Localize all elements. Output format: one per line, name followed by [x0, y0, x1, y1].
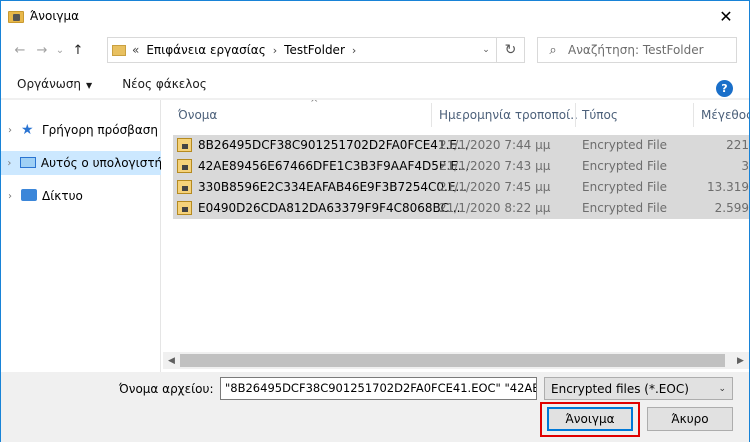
expand-chevron-icon[interactable]: ›: [1, 125, 19, 136]
window-title: Άνοιγμα: [30, 9, 80, 23]
encrypted-file-icon: [177, 201, 192, 215]
file-name: 330B8596E2C334EAFAB46E9F3B7254C0.E...: [198, 180, 467, 194]
file-type: Encrypted File: [582, 138, 668, 152]
main-area: › ★ Γρήγορη πρόσβαση › Αυτός ο υπολογιστ…: [1, 100, 749, 372]
file-size: 3: [741, 159, 749, 173]
chevron-down-icon: ⌄: [718, 383, 726, 394]
nav-item-label: Δίκτυο: [42, 189, 83, 203]
file-list: Όνομα ^ Ημερομηνία τροποποί... Τύπος Μέγ…: [163, 100, 749, 372]
dropdown-arrow-icon: ▼: [86, 80, 93, 90]
filename-input[interactable]: "8B26495DCF38C901251702D2FA0FCE41.EOC" "…: [220, 377, 537, 400]
file-date: 21/1/2020 7:43 μμ: [439, 159, 551, 173]
breadcrumb-desktop[interactable]: Επιφάνεια εργασίας: [146, 43, 265, 57]
nav-item-network[interactable]: › Δίκτυο: [1, 184, 161, 208]
title-bar: Άνοιγμα ✕: [1, 1, 749, 31]
network-icon: [21, 189, 37, 203]
new-folder-button[interactable]: Νέος φάκελος: [122, 77, 207, 91]
scroll-right-icon[interactable]: ▶: [732, 352, 749, 369]
breadcrumb-separator-icon[interactable]: ›: [352, 44, 356, 57]
file-size: 2.599: [714, 201, 749, 215]
encrypted-folder-icon: [8, 8, 24, 24]
nav-item-quick-access[interactable]: › ★ Γρήγορη πρόσβαση: [1, 118, 161, 142]
open-button[interactable]: Άνοιγμα: [547, 407, 633, 431]
column-divider[interactable]: [431, 103, 432, 127]
file-type: Encrypted File: [582, 201, 668, 215]
sort-ascending-icon: ^: [310, 100, 319, 109]
file-size: 221: [726, 138, 749, 152]
encrypted-file-icon: [177, 180, 192, 194]
close-button[interactable]: ✕: [703, 1, 749, 31]
search-icon: ⌕: [549, 42, 557, 58]
nav-item-this-pc[interactable]: › Αυτός ο υπολογιστής: [1, 151, 161, 175]
column-header-date[interactable]: Ημερομηνία τροποποί...: [439, 100, 577, 130]
organize-button[interactable]: Οργάνωση ▼: [17, 77, 92, 91]
breadcrumb-separator-icon[interactable]: ›: [273, 44, 277, 57]
address-dropdown-icon[interactable]: ⌄: [478, 38, 494, 62]
encrypted-file-icon: [177, 159, 192, 173]
open-file-dialog: Άνοιγμα ✕ ← → ⌄ ↑ « Επιφάνεια εργασίας ›…: [0, 0, 750, 442]
nav-item-label: Αυτός ο υπολογιστής: [40, 156, 161, 170]
file-row[interactable]: E0490D26CDA812DA63379F9F4C8068BC.... 21/…: [173, 198, 749, 219]
horizontal-scrollbar[interactable]: ◀ ▶: [163, 352, 749, 369]
navigation-pane: › ★ Γρήγορη πρόσβαση › Αυτός ο υπολογιστ…: [1, 100, 161, 372]
address-bar[interactable]: « Επιφάνεια εργασίας › TestFolder › ⌄ ↻: [107, 37, 525, 63]
file-name: E0490D26CDA812DA63379F9F4C8068BC....: [198, 201, 465, 215]
overflow-chevron[interactable]: «: [132, 43, 139, 57]
file-row[interactable]: 8B26495DCF38C901251702D2FA0FCE41.E... 21…: [173, 135, 749, 156]
column-header-size[interactable]: Μέγεθος: [701, 100, 749, 130]
file-name: 8B26495DCF38C901251702D2FA0FCE41.E...: [198, 138, 469, 152]
filetype-value: Encrypted files (*.EOC): [551, 381, 689, 396]
folder-icon: [112, 44, 126, 56]
search-placeholder: Αναζήτηση: TestFolder: [568, 43, 704, 57]
column-divider[interactable]: [693, 103, 694, 127]
expand-chevron-icon[interactable]: ›: [1, 191, 19, 202]
forward-arrow-icon[interactable]: →: [31, 39, 53, 61]
scrollbar-thumb[interactable]: [180, 354, 725, 367]
file-size: 13.319: [707, 180, 749, 194]
scroll-left-icon[interactable]: ◀: [163, 352, 180, 369]
dialog-footer: Όνομα αρχείου: "8B26495DCF38C901251702D2…: [1, 372, 749, 442]
column-header-name-label: Όνομα: [178, 108, 218, 122]
this-pc-icon: [19, 156, 36, 170]
encrypted-file-icon: [177, 138, 192, 152]
command-bar: Οργάνωση ▼ Νέος φάκελος: [1, 69, 749, 99]
column-header-name[interactable]: Όνομα ^: [178, 100, 428, 130]
file-type: Encrypted File: [582, 180, 668, 194]
filetype-select[interactable]: Encrypted files (*.EOC) ⌄: [544, 377, 733, 400]
help-icon[interactable]: ?: [716, 80, 733, 97]
up-arrow-icon[interactable]: ↑: [67, 39, 89, 61]
breadcrumb-testfolder[interactable]: TestFolder: [284, 43, 345, 57]
column-header-type[interactable]: Τύπος: [582, 100, 692, 130]
expand-chevron-icon[interactable]: ›: [1, 158, 18, 169]
file-date: 21/1/2020 7:45 μμ: [439, 180, 551, 194]
refresh-icon[interactable]: ↻: [496, 38, 524, 62]
cancel-button[interactable]: Άκυρο: [647, 407, 733, 431]
nav-item-label: Γρήγορη πρόσβαση: [42, 123, 158, 137]
back-arrow-icon[interactable]: ←: [9, 39, 31, 61]
search-input[interactable]: ⌕ Αναζήτηση: TestFolder: [537, 37, 737, 63]
file-date: 21/1/2020 7:44 μμ: [439, 138, 551, 152]
column-divider[interactable]: [575, 103, 576, 127]
file-date: 21/1/2020 8:22 μμ: [439, 201, 551, 215]
file-row[interactable]: 42AE89456E67466DFE1C3B3F9AAF4D5E.E... 21…: [173, 156, 749, 177]
address-row: ← → ⌄ ↑ « Επιφάνεια εργασίας › TestFolde…: [1, 31, 749, 69]
recent-locations-icon[interactable]: ⌄: [53, 39, 67, 61]
filename-label: Όνομα αρχείου:: [119, 382, 214, 396]
quick-access-icon: ★: [21, 122, 34, 138]
file-row[interactable]: 330B8596E2C334EAFAB46E9F3B7254C0.E... 21…: [173, 177, 749, 198]
organize-label: Οργάνωση: [17, 76, 82, 91]
file-type: Encrypted File: [582, 159, 668, 173]
file-name: 42AE89456E67466DFE1C3B3F9AAF4D5E.E...: [198, 159, 470, 173]
